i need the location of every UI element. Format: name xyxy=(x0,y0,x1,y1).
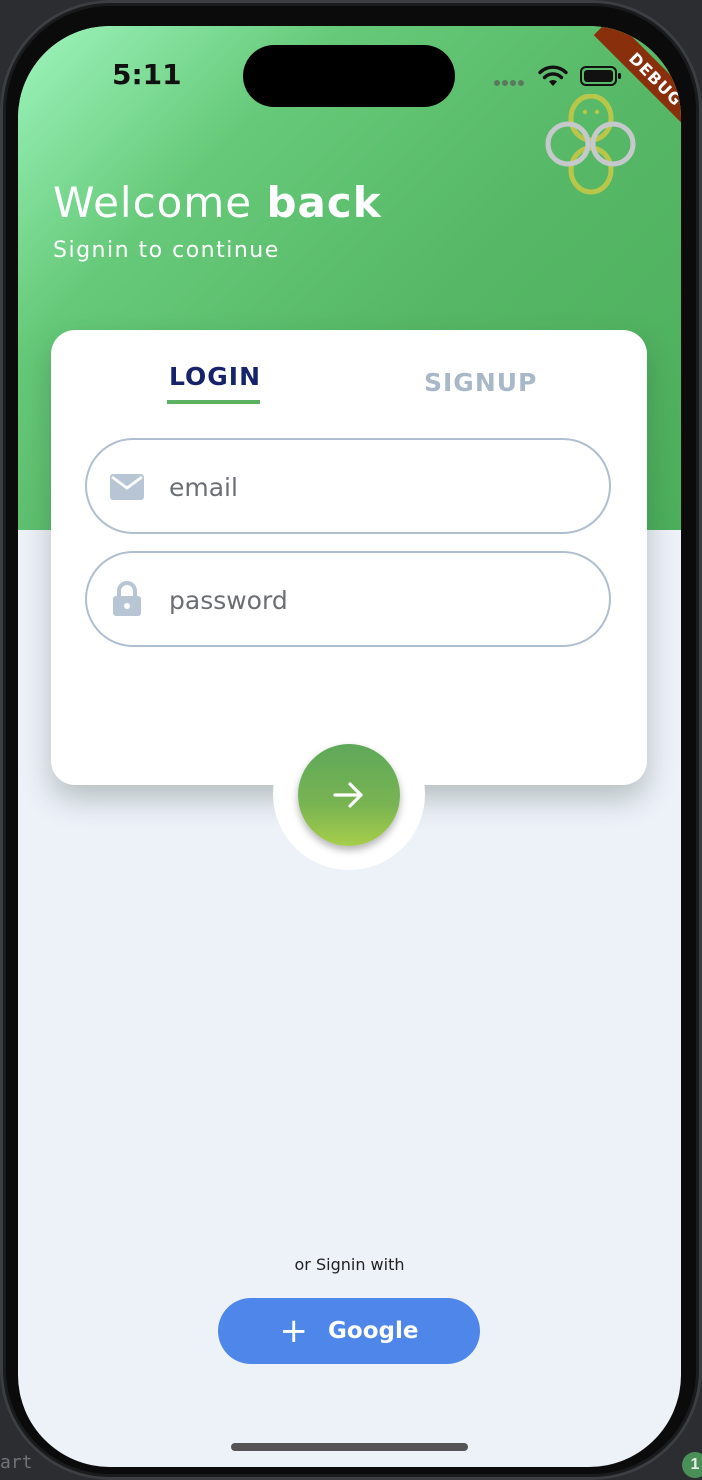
google-signin-button[interactable]: + Google xyxy=(218,1298,480,1364)
app-screen: 5:11 DEBUG Welcome back Signin to contin… xyxy=(18,26,681,1467)
google-button-label: Google xyxy=(328,1318,419,1344)
cellular-signal-icon xyxy=(494,73,526,86)
tab-signup[interactable]: SIGNUP xyxy=(424,368,537,397)
home-indicator[interactable] xyxy=(231,1443,468,1451)
plus-icon: + xyxy=(279,1311,309,1351)
dynamic-island xyxy=(243,45,455,107)
arrow-right-icon xyxy=(333,782,363,808)
phone-frame: 5:11 DEBUG Welcome back Signin to contin… xyxy=(0,0,702,1480)
email-input[interactable] xyxy=(167,462,591,512)
lock-icon xyxy=(113,581,141,616)
submit-button[interactable] xyxy=(298,744,400,846)
tab-login[interactable]: LOGIN xyxy=(169,362,261,391)
auth-card: LOGIN SIGNUP xyxy=(51,330,647,785)
password-input[interactable] xyxy=(167,575,591,625)
password-field[interactable] xyxy=(85,551,611,647)
app-logo-icon xyxy=(545,94,636,195)
welcome-title: Welcome back xyxy=(53,178,382,227)
status-time: 5:11 xyxy=(112,58,182,91)
wifi-icon xyxy=(538,65,568,86)
editor-corner-label: art xyxy=(0,1452,33,1473)
welcome-subtitle: Signin to continue xyxy=(53,238,280,263)
mail-icon xyxy=(110,474,144,500)
social-signin-prompt: or Signin with xyxy=(294,1255,405,1274)
editor-notification-badge: 1 xyxy=(682,1452,702,1478)
tab-active-indicator xyxy=(167,400,260,404)
battery-icon xyxy=(580,66,621,86)
email-field[interactable] xyxy=(85,438,611,534)
